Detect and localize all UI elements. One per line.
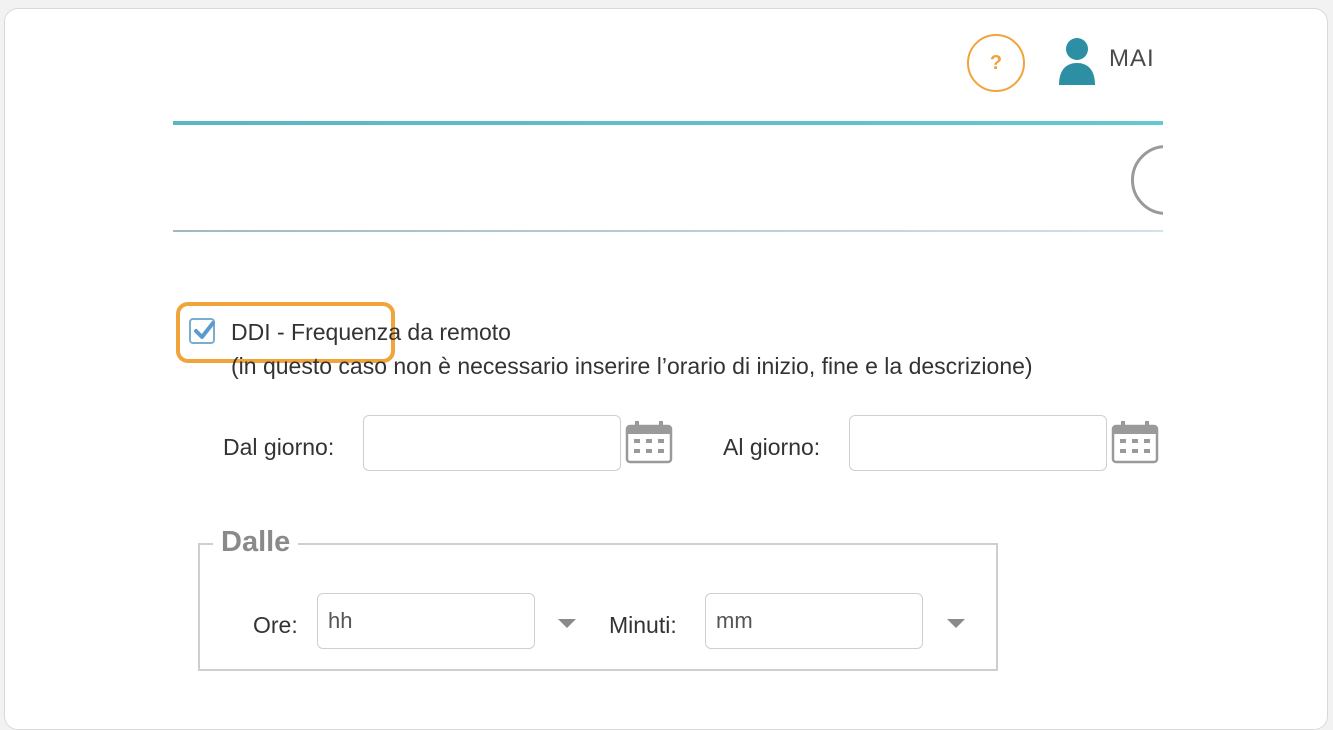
- user-name[interactable]: MAI: [1109, 45, 1155, 73]
- content-viewport: ? MAI DDI - Frequenza da remoto (in ques…: [5, 9, 1163, 729]
- to-date-label: Al giorno:: [723, 434, 821, 460]
- hours-select[interactable]: [317, 593, 535, 649]
- page-card: ? MAI DDI - Frequenza da remoto (in ques…: [4, 8, 1328, 730]
- from-date-label: Dal giorno:: [223, 434, 335, 460]
- minutes-label: Minuti:: [609, 612, 677, 638]
- hours-chevron-down-icon[interactable]: [558, 619, 576, 628]
- help-label: ?: [989, 51, 1003, 74]
- hours-label: Ore:: [253, 612, 298, 638]
- round-button[interactable]: [1131, 145, 1163, 215]
- to-date-input[interactable]: [849, 415, 1107, 471]
- calendar-icon[interactable]: [625, 420, 673, 464]
- from-date-input[interactable]: [363, 415, 621, 471]
- time-from-legend: Dalle: [213, 526, 299, 559]
- ddi-checkbox[interactable]: [189, 318, 215, 344]
- minutes-chevron-down-icon[interactable]: [947, 619, 965, 628]
- help-button[interactable]: ?: [967, 34, 1025, 92]
- checkmark-icon: [194, 321, 215, 339]
- header-divider: [173, 121, 1163, 125]
- calendar-icon[interactable]: [1111, 420, 1159, 464]
- section-divider: [173, 230, 1163, 232]
- user-icon[interactable]: [1057, 37, 1097, 87]
- ddi-label[interactable]: DDI - Frequenza da remoto: [231, 319, 511, 346]
- minutes-select[interactable]: [705, 593, 923, 649]
- ddi-note: (in questo caso non è necessario inserir…: [231, 353, 1033, 379]
